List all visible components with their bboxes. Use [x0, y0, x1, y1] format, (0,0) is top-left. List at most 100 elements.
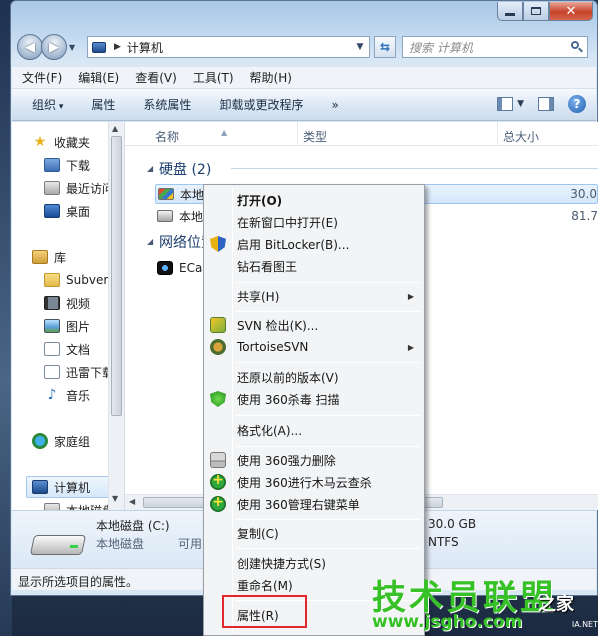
maximize-button[interactable]	[523, 2, 549, 21]
preview-pane-icon[interactable]	[538, 97, 554, 111]
column-headers: ▲ 名称 类型 总大小	[125, 122, 598, 146]
properties-button[interactable]: 属性	[91, 96, 115, 113]
drive-large-icon	[29, 529, 87, 557]
system-properties-button[interactable]: 系统属性	[143, 96, 191, 113]
nav-label: 桌面	[66, 204, 91, 219]
menu-360-scan[interactable]: 使用 360杀毒 扫描	[206, 388, 422, 410]
menu-label: SVN 检出(K)...	[237, 318, 319, 333]
system-drive-icon	[158, 188, 174, 200]
menu-label: 钻石看图王	[237, 259, 298, 274]
nav-downloads[interactable]: 下载	[44, 155, 90, 175]
submenu-arrow-icon: ▶	[407, 291, 414, 301]
menu-help[interactable]: 帮助(H)	[250, 69, 292, 86]
scroll-up-icon[interactable]: ▲	[112, 124, 118, 133]
menu-label: TortoiseSVN	[237, 340, 309, 354]
uninstall-button[interactable]: 卸载或更改程序	[219, 96, 303, 113]
organize-button[interactable]: 组织	[32, 96, 63, 113]
column-divider[interactable]	[497, 122, 498, 146]
nav-thunder[interactable]: 迅雷下载	[44, 362, 114, 382]
menu-tools[interactable]: 工具(T)	[193, 69, 234, 86]
nav-computer[interactable]: 计算机	[32, 477, 90, 497]
antivirus-shield-icon	[210, 391, 226, 407]
menu-label: 启用 BitLocker(B)...	[237, 237, 350, 252]
group-collapse-icon[interactable]: ◢	[147, 237, 153, 246]
group-collapse-icon[interactable]: ◢	[147, 164, 153, 173]
nav-subversion[interactable]: Subvers	[44, 270, 115, 290]
nav-recent[interactable]: 最近访问	[44, 178, 114, 198]
nav-scrollbar[interactable]: ▲ ▼	[108, 122, 124, 510]
nav-libraries[interactable]: 库	[32, 247, 66, 267]
close-button[interactable]: ✕	[549, 2, 593, 21]
nav-favorites[interactable]: ★ 收藏夹	[32, 132, 90, 152]
minimize-button[interactable]	[497, 2, 523, 21]
nav-documents[interactable]: 文档	[44, 339, 90, 359]
menu-open-new-window[interactable]: 在新窗口中打开(E)	[206, 211, 422, 233]
column-type[interactable]: 类型	[303, 128, 327, 145]
star-icon: ★	[33, 134, 47, 150]
menu-restore-versions[interactable]: 还原以前的版本(V)	[206, 366, 422, 388]
scroll-down-icon[interactable]: ▼	[112, 494, 118, 503]
nav-videos[interactable]: 视频	[44, 293, 90, 313]
menu-tortoisesvn[interactable]: TortoiseSVN ▶	[206, 336, 422, 358]
address-bar[interactable]: ▶ 计算机 ▼	[87, 36, 370, 58]
search-icon[interactable]	[571, 41, 583, 53]
menu-360-force-delete[interactable]: 使用 360强力删除	[206, 449, 422, 471]
refresh-button[interactable]: ⇆	[374, 36, 396, 58]
breadcrumb-separator-icon[interactable]: ▶	[114, 42, 121, 52]
menu-label: 复制(C)	[237, 526, 279, 541]
history-dropdown-icon[interactable]: ▼	[69, 43, 81, 52]
camera-icon	[157, 261, 173, 275]
breadcrumb-computer[interactable]: 计算机	[127, 39, 163, 56]
nav-label: 收藏夹	[54, 135, 91, 150]
nav-music[interactable]: ♪ 音乐	[44, 385, 90, 405]
nav-label: 音乐	[66, 388, 91, 403]
command-bar: 组织 属性 系统属性 卸载或更改程序 » ▼ ?	[12, 89, 596, 121]
back-button[interactable]: ◀	[17, 34, 43, 60]
details-filesystem: NTFS	[428, 535, 459, 549]
menu-copy[interactable]: 复制(C)	[206, 522, 422, 544]
desktop-icon	[44, 204, 60, 218]
view-dropdown-icon[interactable]: ▼	[517, 99, 524, 109]
menu-file[interactable]: 文件(F)	[22, 69, 62, 86]
details-title: 本地磁盘 (C:)	[96, 519, 170, 533]
forward-button[interactable]: ▶	[41, 34, 67, 60]
column-size[interactable]: 总大小	[503, 128, 539, 145]
view-mode-icon[interactable]	[497, 97, 514, 111]
column-name[interactable]: 名称	[155, 128, 179, 145]
menu-view[interactable]: 查看(V)	[135, 69, 177, 86]
nav-local-disk[interactable]: 本地磁盘	[44, 500, 114, 510]
group-hard-disk[interactable]: 硬盘 (2)	[159, 159, 211, 179]
minimize-icon	[505, 12, 515, 16]
folder-icon	[44, 273, 60, 287]
download-folder-icon	[44, 158, 60, 172]
scroll-left-icon[interactable]: ◀	[129, 497, 135, 506]
submenu-arrow-icon: ▶	[407, 342, 414, 352]
address-dropdown-icon[interactable]: ▼	[351, 42, 369, 52]
nav-pictures[interactable]: 图片	[44, 316, 90, 336]
menu-label: 还原以前的版本(V)	[237, 370, 339, 385]
menu-svn-checkout[interactable]: SVN 检出(K)...	[206, 314, 422, 336]
menu-edit[interactable]: 编辑(E)	[78, 69, 119, 86]
menu-label: 创建快捷方式(S)	[237, 556, 326, 571]
nav-label: 下载	[66, 158, 91, 173]
nav-label: 计算机	[54, 480, 91, 495]
menu-open[interactable]: 打开(O)	[206, 189, 422, 211]
more-commands-button[interactable]: »	[331, 98, 338, 112]
menu-label: 使用 360管理右键菜单	[237, 497, 360, 512]
menu-share[interactable]: 共享(H) ▶	[206, 285, 422, 307]
menu-diamond-viewer[interactable]: 钻石看图王	[206, 255, 422, 277]
menu-label: 使用 360杀毒 扫描	[237, 392, 340, 407]
menu-label: 在新窗口中打开(E)	[237, 215, 338, 230]
column-divider[interactable]	[297, 122, 298, 146]
nav-homegroup[interactable]: 家庭组	[32, 431, 90, 451]
menu-label: 使用 360进行木马云查杀	[237, 475, 372, 490]
menu-format[interactable]: 格式化(A)...	[206, 419, 422, 441]
nav-desktop[interactable]: 桌面	[44, 201, 90, 221]
menu-360-trojan-scan[interactable]: 使用 360进行木马云查杀	[206, 471, 422, 493]
nav-scroll-thumb[interactable]	[111, 136, 122, 416]
menu-bitlocker[interactable]: 启用 BitLocker(B)...	[206, 233, 422, 255]
search-input[interactable]: 搜索 计算机	[402, 36, 588, 58]
menu-label: 使用 360强力删除	[237, 453, 336, 468]
help-icon[interactable]: ?	[568, 95, 586, 113]
menu-360-manage[interactable]: 使用 360管理右键菜单	[206, 493, 422, 515]
